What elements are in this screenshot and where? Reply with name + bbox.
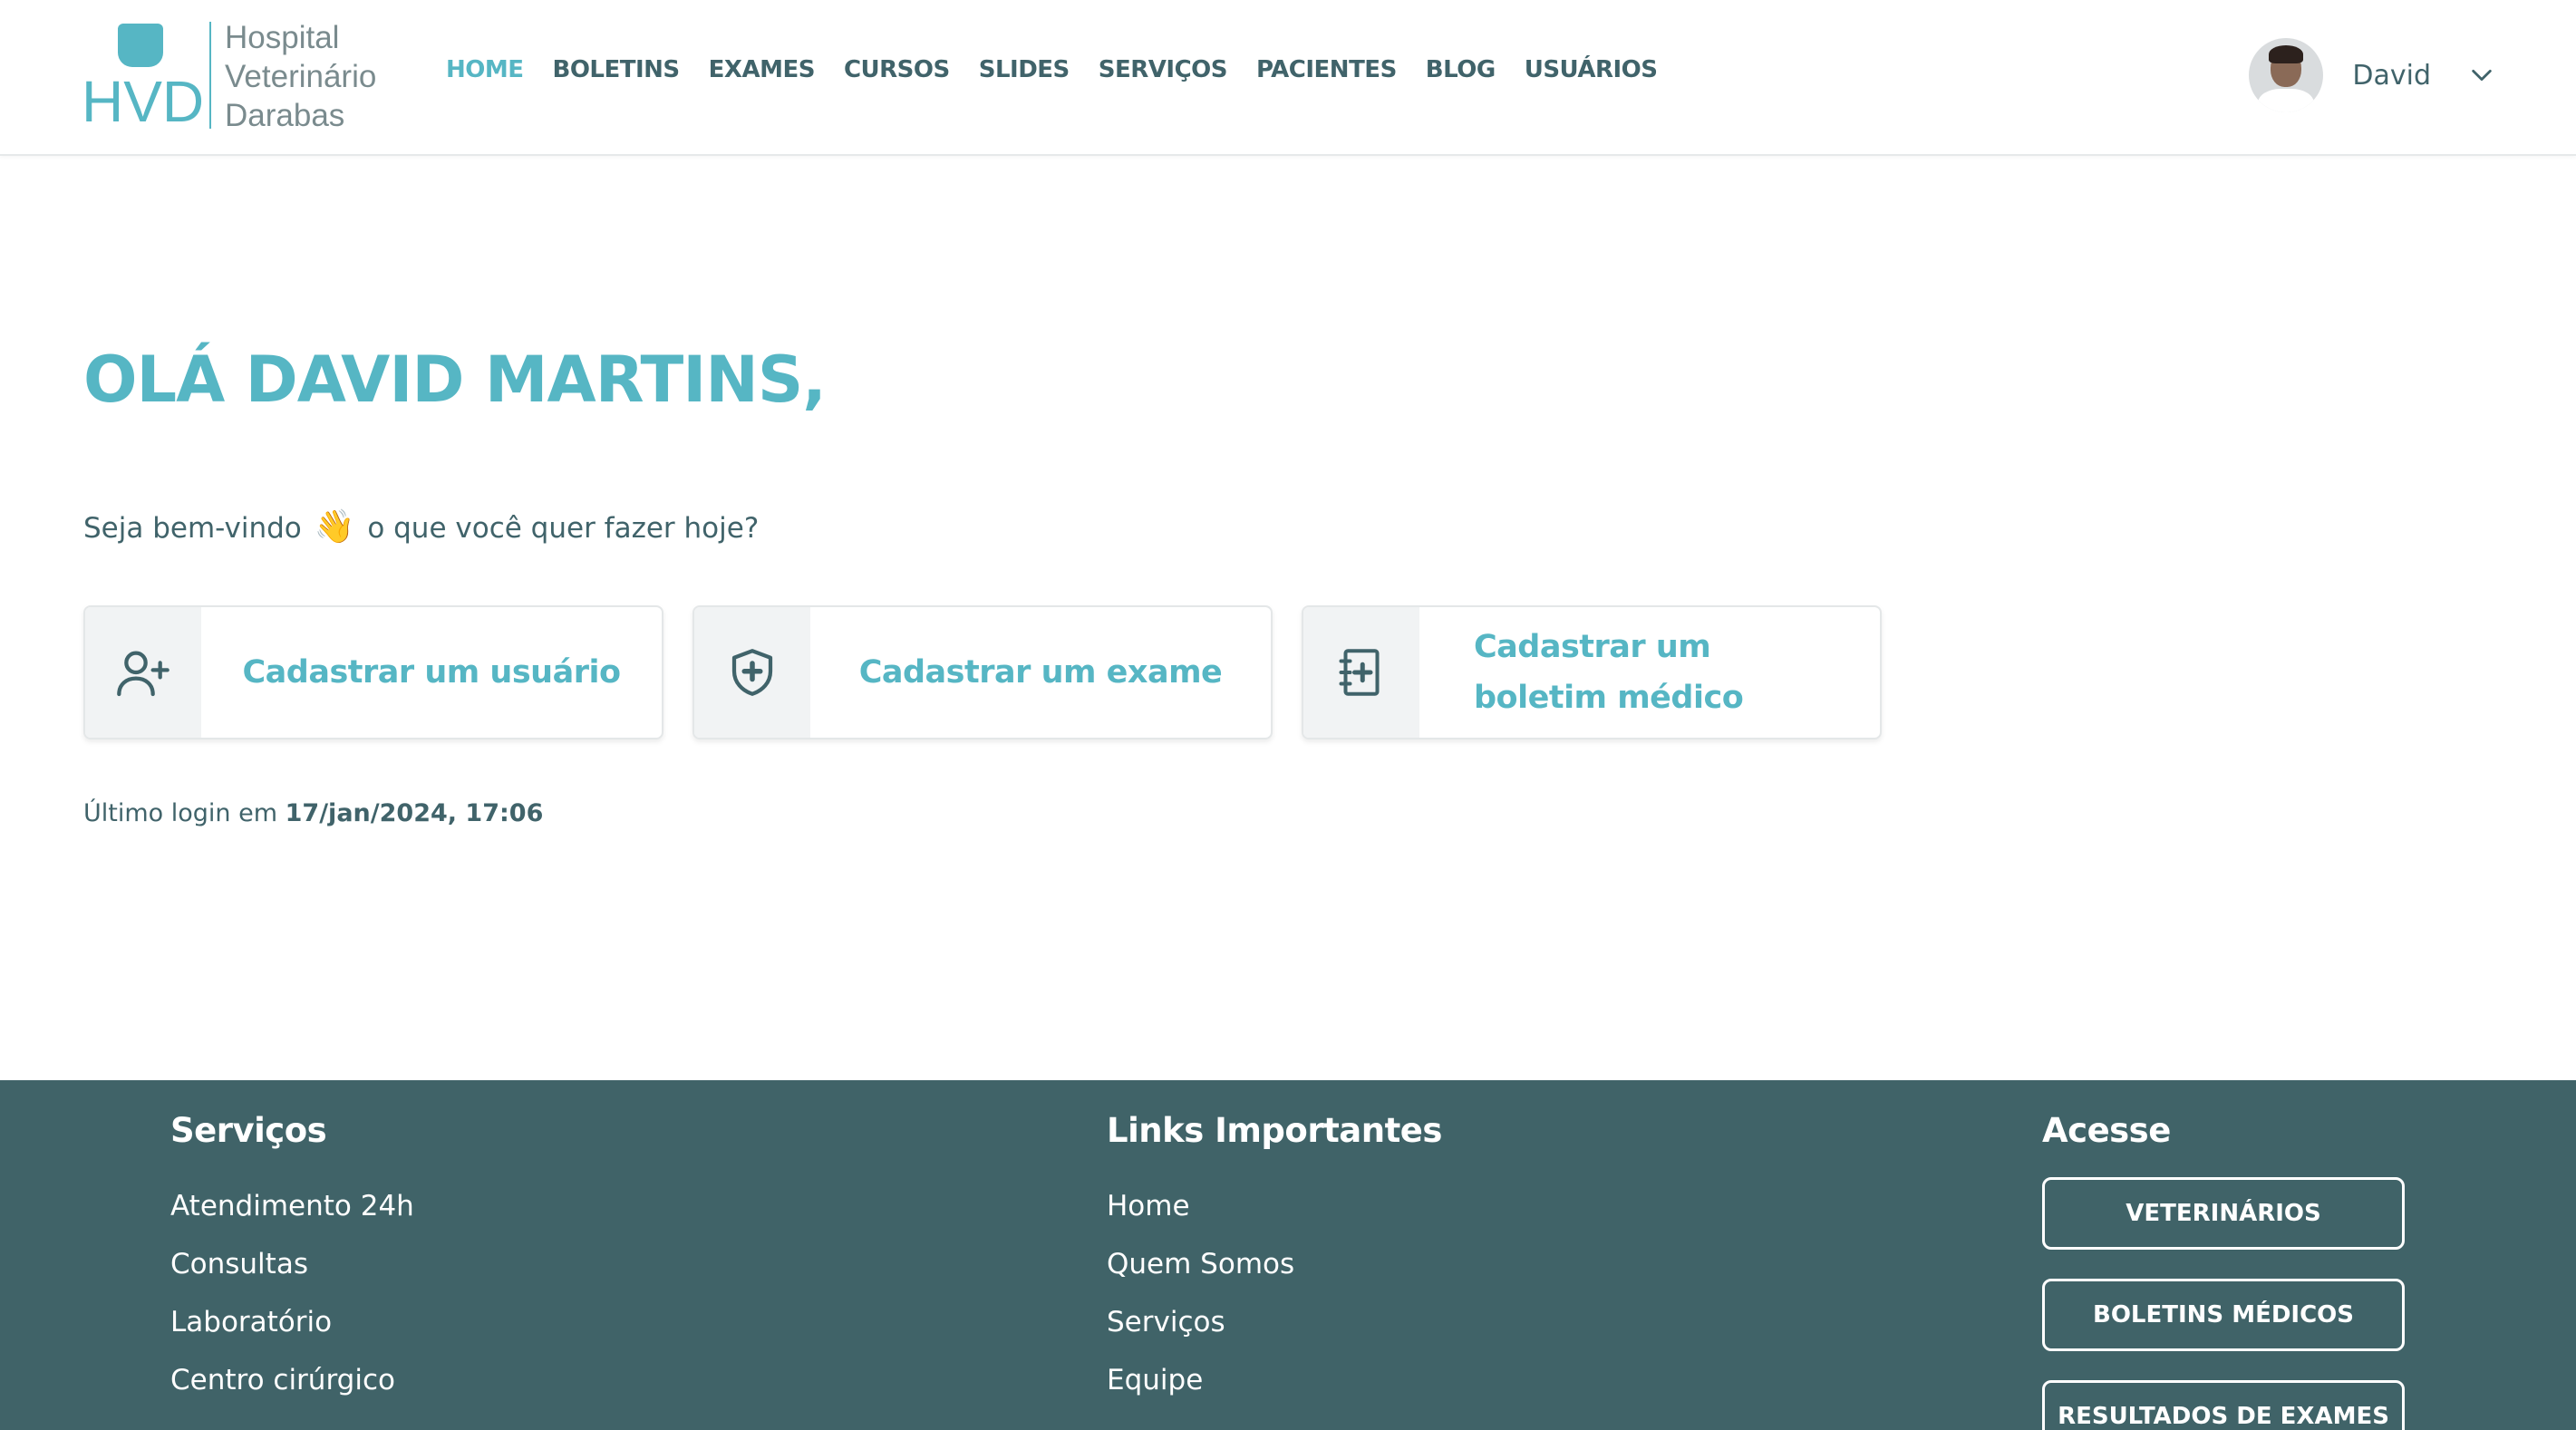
logo-line-2: Veterinário [225, 59, 377, 94]
register-bulletin-card[interactable]: Cadastrar um boletim médico [1302, 605, 1882, 739]
user-plus-icon [117, 651, 169, 697]
footer-links-title: Links Importantes [1107, 1111, 1442, 1150]
footer-access-title: Acesse [2042, 1111, 2171, 1150]
medical-bulletins-button[interactable]: BOLETINS MÉDICOS [2042, 1279, 2405, 1351]
nav-item-cursos[interactable]: CURSOS [844, 56, 950, 83]
register-exam-label[interactable]: Cadastrar um exame [810, 607, 1271, 738]
register-user-label[interactable]: Cadastrar um usuário [201, 607, 662, 738]
footer-link-centro-cirurgico[interactable]: Centro cirúrgico [170, 1351, 414, 1409]
exam-results-button[interactable]: RESULTADOS DE EXAMES [2042, 1380, 2405, 1430]
nav-item-exames[interactable]: EXAMES [709, 56, 816, 83]
site-footer: Serviços Atendimento 24h Consultas Labor… [0, 1080, 2576, 1430]
welcome-message: Seja bem-vindo 👋 o que você quer fazer h… [83, 507, 759, 546]
card-icon-box [694, 607, 810, 738]
register-user-card[interactable]: Cadastrar um usuário [83, 605, 663, 739]
logo-line-1: Hospital [225, 20, 340, 55]
footer-links: Links Importantes Home Quem Somos Serviç… [1107, 1111, 1442, 1409]
shield-plus-icon [731, 649, 773, 696]
footer-access: Acesse VETERINÁRIOS BOLETINS MÉDICOS RES… [2042, 1111, 2405, 1430]
avatar[interactable] [2249, 38, 2324, 112]
hospital-logo[interactable]: HVD Hospital Veterinário Darabas [82, 20, 381, 133]
footer-link-servicos[interactable]: Serviços [1107, 1293, 1442, 1351]
nav-item-usuarios[interactable]: USUÁRIOS [1525, 56, 1658, 83]
nav-item-boletins[interactable]: BOLETINS [553, 56, 681, 83]
chevron-down-icon[interactable] [2469, 63, 2494, 88]
nav-item-home[interactable]: HOME [446, 56, 524, 83]
page-title: OLÁ DAVID MARTINS, [83, 343, 827, 417]
footer-link-atendimento[interactable]: Atendimento 24h [170, 1177, 414, 1235]
last-login-prefix: Último login em [83, 799, 278, 827]
user-menu[interactable]: David [2249, 38, 2494, 112]
welcome-text-before: Seja bem-vindo [83, 512, 302, 545]
user-name[interactable]: David [2352, 60, 2431, 92]
logo-text: Hospital Veterinário Darabas [225, 18, 376, 135]
footer-link-laboratorio[interactable]: Laboratório [170, 1293, 414, 1351]
logo-divider [209, 22, 211, 129]
footer-services: Serviços Atendimento 24h Consultas Labor… [170, 1111, 414, 1409]
card-icon-box [85, 607, 201, 738]
quick-actions: Cadastrar um usuário Cadastrar um exame [83, 605, 1911, 739]
welcome-text-after: o que você quer fazer hoje? [367, 512, 760, 545]
nav-item-blog[interactable]: BLOG [1426, 56, 1496, 83]
card-icon-box [1303, 607, 1419, 738]
notebook-plus-icon [1339, 649, 1380, 696]
register-bulletin-label[interactable]: Cadastrar um boletim médico [1419, 607, 1880, 738]
footer-link-consultas[interactable]: Consultas [170, 1235, 414, 1293]
register-exam-card[interactable]: Cadastrar um exame [692, 605, 1273, 739]
logo-abbreviation: HVD [82, 69, 205, 134]
logo-line-3: Darabas [225, 98, 345, 133]
logo-mark: HVD [82, 22, 204, 132]
last-login-value: 17/jan/2024, 17:06 [285, 799, 544, 827]
nav-item-pacientes[interactable]: PACIENTES [1256, 56, 1397, 83]
main-nav: HOME BOLETINS EXAMES CURSOS SLIDES SERVI… [446, 56, 1687, 83]
footer-link-home[interactable]: Home [1107, 1177, 1442, 1235]
footer-services-title: Serviços [170, 1111, 327, 1150]
top-header: HVD Hospital Veterinário Darabas HOME BO… [0, 0, 2576, 156]
waving-hand-icon: 👋 [314, 508, 355, 546]
tooth-icon [118, 24, 163, 67]
footer-link-quem-somos[interactable]: Quem Somos [1107, 1235, 1442, 1293]
footer-link-equipe[interactable]: Equipe [1107, 1351, 1442, 1409]
last-login: Último login em 17/jan/2024, 17:06 [83, 799, 543, 827]
nav-item-slides[interactable]: SLIDES [979, 56, 1070, 83]
veterinarians-button[interactable]: VETERINÁRIOS [2042, 1177, 2405, 1250]
nav-item-servicos[interactable]: SERVIÇOS [1099, 56, 1228, 83]
